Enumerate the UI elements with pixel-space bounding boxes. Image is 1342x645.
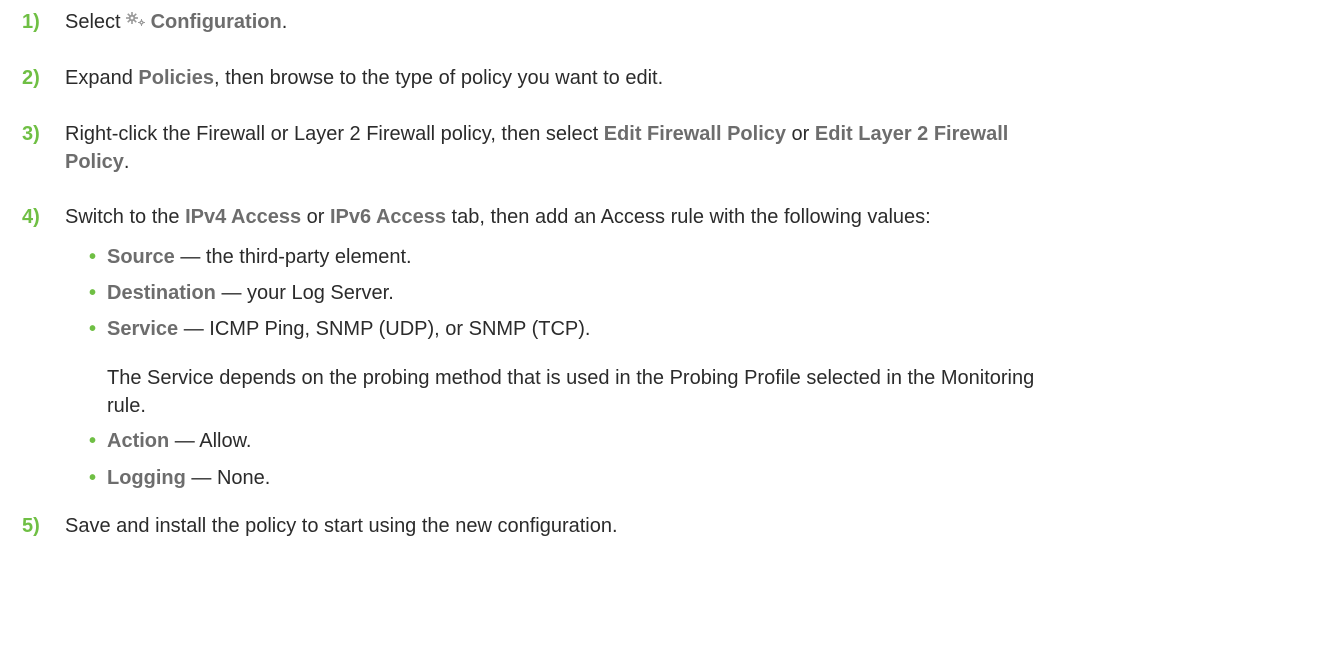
bullet-marker: • — [89, 318, 97, 340]
note-line-1: The Service depends on the probing metho… — [107, 367, 1035, 389]
bullet-label: Logging — [107, 467, 186, 489]
step-text-part: Right-click the Firewall or Layer 2 Fire… — [65, 123, 604, 145]
step-4: 4) Switch to the IPv4 Access or IPv6 Acc… — [0, 203, 1342, 231]
step-text-part: . — [281, 11, 288, 33]
ui-term-ipv6-access: IPv6 Access — [329, 206, 446, 228]
step-2: 2) Expand Policies, then browse to the t… — [0, 64, 1342, 92]
step-number: 3) — [22, 123, 40, 145]
bullet-text: — None. — [185, 467, 271, 489]
bullet-marker: • — [89, 246, 97, 268]
step-text-part: or — [301, 206, 330, 228]
step-text-part: . — [123, 151, 130, 173]
bullet-text: — Allow. — [169, 430, 252, 452]
ui-term-policy: Policy — [65, 151, 124, 173]
ui-term-configuration: Configuration — [150, 11, 282, 33]
step-text: Expand Policies, then browse to the type… — [65, 64, 1342, 92]
bullet-text: — ICMP Ping, SNMP (UDP), or SNMP (TCP). — [178, 318, 591, 340]
step-text: Right-click the Firewall or Layer 2 Fire… — [65, 120, 1342, 176]
bullet-text: — the third-party element. — [174, 246, 412, 268]
step-text-part: , then browse to the type of policy you … — [214, 67, 664, 89]
bullet-label: Service — [107, 318, 179, 340]
step-text-part: Switch to the — [65, 206, 186, 228]
bullet-marker: • — [89, 467, 97, 489]
bullet-label: Action — [107, 430, 170, 452]
bullet-label: Source — [107, 246, 175, 268]
note-line-2: rule. — [107, 395, 146, 417]
bullet-marker: • — [89, 282, 97, 304]
procedure-page: 1) Select Configuration. 2) Expand Polici… — [0, 0, 1342, 645]
step-text: Save and install the policy to start usi… — [65, 512, 1342, 540]
ui-term-edit-layer2-firewall: Edit Layer 2 Firewall — [814, 123, 1009, 145]
bullet-item-logging: • Logging — None. — [0, 464, 1342, 492]
bullet-item-destination: • Destination — your Log Server. — [0, 279, 1342, 307]
bullet-text: — your Log Server. — [215, 282, 394, 304]
step-number: 2) — [22, 67, 40, 89]
step-text-part: or — [786, 123, 815, 145]
bullet-item-service: • Service — ICMP Ping, SNMP (UDP), or SN… — [0, 315, 1342, 343]
bullet-item-source: • Source — the third-party element. — [0, 243, 1342, 271]
bullet-label: Destination — [107, 282, 216, 304]
step-number: 1) — [22, 11, 40, 33]
ui-term-ipv4-access: IPv4 Access — [185, 206, 302, 228]
bullet-marker: • — [89, 430, 97, 452]
step-text-part: tab, then add an Access rule with the fo… — [446, 206, 931, 228]
gear-icon — [125, 7, 147, 35]
step-number: 4) — [22, 206, 40, 228]
step-text: Select Configuration. — [65, 8, 1342, 37]
step-3: 3) Right-click the Firewall or Layer 2 F… — [0, 120, 1342, 176]
step-text-part: Expand — [65, 67, 139, 89]
bullet-item-action: • Action — Allow. — [0, 427, 1342, 455]
step-text: Switch to the IPv4 Access or IPv6 Access… — [65, 203, 1342, 231]
step-text-part: Select — [65, 11, 121, 33]
step-number: 5) — [22, 515, 40, 537]
service-note: The Service depends on the probing metho… — [107, 364, 1337, 420]
step-text-part: Save and install the policy to start usi… — [65, 515, 618, 537]
step-5: 5) Save and install the policy to start … — [0, 512, 1342, 540]
ui-term-edit-firewall-policy: Edit Firewall Policy — [603, 123, 786, 145]
step-1: 1) Select Configuration. — [0, 8, 1342, 37]
ui-term-policies: Policies — [138, 67, 214, 89]
